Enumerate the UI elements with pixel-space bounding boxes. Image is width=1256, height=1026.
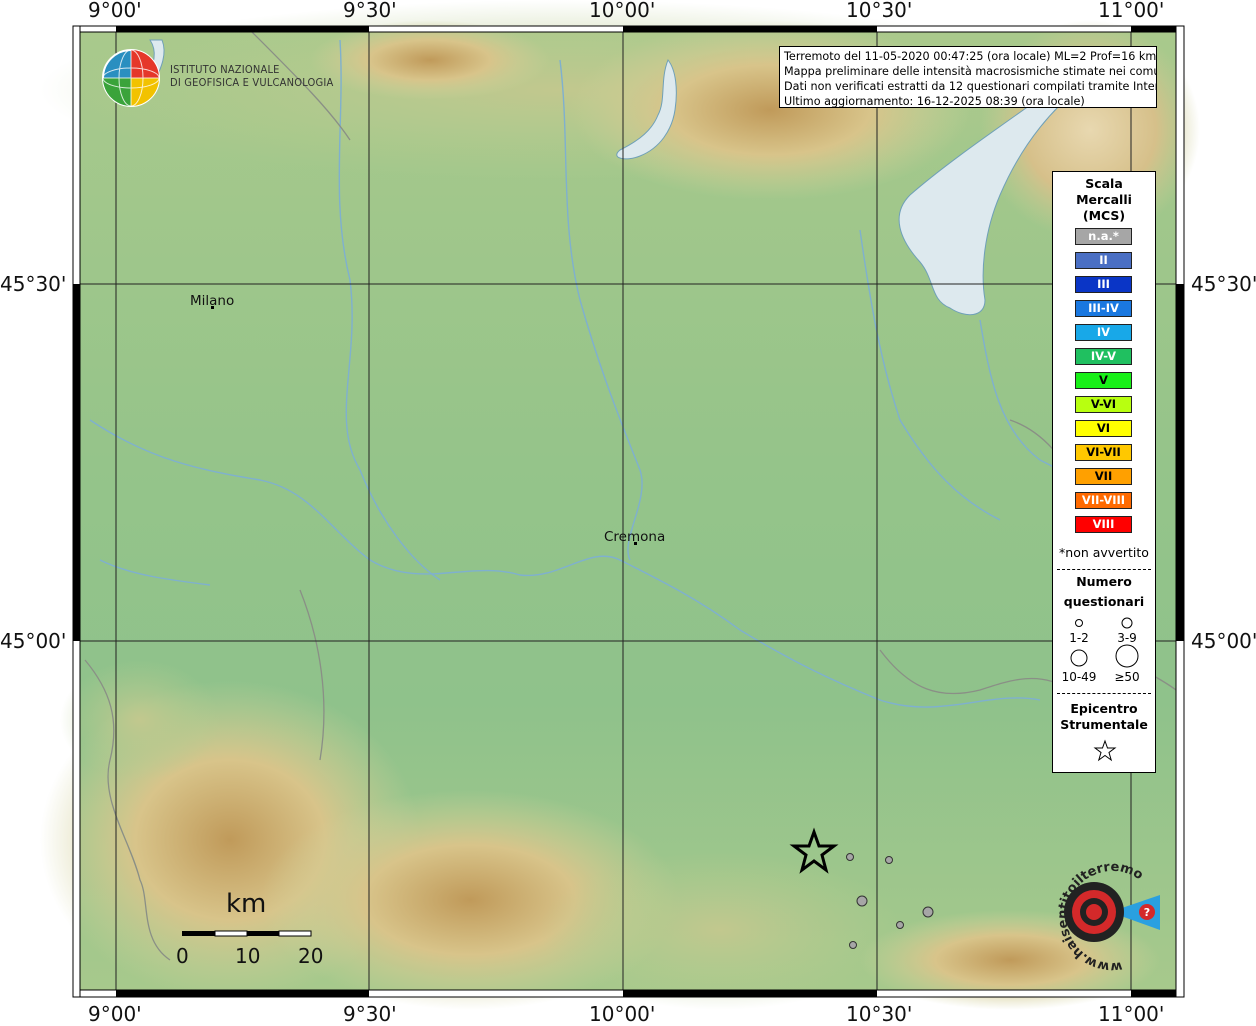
legend-divider xyxy=(1057,693,1151,694)
top-tick-label: 9°00' xyxy=(88,0,142,22)
legend-swatch-vi-vii: VI-VII xyxy=(1075,444,1132,461)
legend-swatch-ii: II xyxy=(1075,252,1132,269)
event-info-box: Terremoto del 11-05-2020 00:47:25 (ora l… xyxy=(779,46,1157,108)
scale-bar-label: 0 xyxy=(176,944,189,968)
city-label-milano: Milano xyxy=(190,293,235,309)
legend-panel: Scala Mercalli (MCS) n.a.* II III III-IV IV I… xyxy=(1052,171,1156,773)
legend-title: Scala xyxy=(1085,176,1123,191)
top-tick-label: 11°00' xyxy=(1098,0,1165,22)
scale-bar-label: 10 xyxy=(235,944,261,968)
questionnaire-point[interactable] xyxy=(849,941,857,949)
questionnaire-point[interactable] xyxy=(896,921,904,929)
legend-swatch-viii: VIII xyxy=(1075,516,1132,533)
legend-count-label: 3-9 xyxy=(1117,631,1137,645)
legend-count-label: ≥50 xyxy=(1114,670,1140,684)
scale-bar-label: 20 xyxy=(298,944,324,968)
scale-bar xyxy=(182,930,312,937)
legend-count-title: Numero xyxy=(1076,574,1132,589)
legend-epicenter-title: Epicentro xyxy=(1070,701,1138,716)
left-tick-label: 45°00' xyxy=(0,629,67,653)
questionnaire-point[interactable] xyxy=(846,853,854,861)
legend-swatch-v-vi: V-VI xyxy=(1075,396,1132,413)
legend-swatch-v: V xyxy=(1075,372,1132,389)
svg-text:?: ? xyxy=(1144,906,1150,919)
left-tick-label: 45°30' xyxy=(0,272,67,296)
questionnaire-point[interactable] xyxy=(885,856,893,864)
legend-count-title: questionari xyxy=(1063,594,1145,609)
ingv-logo-line2: DI GEOFISICA E VULCANOLOGIA xyxy=(170,76,334,89)
legend-title: (MCS) xyxy=(1082,208,1126,223)
legend-count-label: 10-49 xyxy=(1061,670,1097,684)
event-info-line: Dati non verificati estratti da 12 quest… xyxy=(784,80,1157,93)
bottom-tick-label: 10°00' xyxy=(589,1002,656,1026)
ingv-logo-line1: ISTITUTO NAZIONALE xyxy=(170,63,280,76)
legend-swatch-vi: VI xyxy=(1075,420,1132,437)
event-info-line: Mappa preliminare delle intensità macros… xyxy=(784,65,1157,78)
event-info-line: Terremoto del 11-05-2020 00:47:25 (ora l… xyxy=(784,50,1157,63)
legend-swatch-iv-v: IV-V xyxy=(1075,348,1132,365)
legend-note: *non avvertito xyxy=(1059,545,1149,560)
legend-swatch-vii: VII xyxy=(1075,468,1132,485)
top-tick-label: 10°00' xyxy=(589,0,656,22)
right-tick-label: 45°30' xyxy=(1191,272,1256,296)
bottom-tick-label: 10°30' xyxy=(846,1002,913,1026)
legend-epicenter-star-icon xyxy=(1093,739,1117,762)
bottom-tick-label: 9°30' xyxy=(343,1002,397,1026)
bottom-tick-label: 9°00' xyxy=(88,1002,142,1026)
legend-swatch-iv: IV xyxy=(1075,324,1132,341)
legend-swatch-iii-iv: III-IV xyxy=(1075,300,1132,317)
ingv-logo xyxy=(102,49,160,107)
legend-swatch-n-a: n.a.* xyxy=(1075,228,1132,245)
legend-title: Mercalli xyxy=(1076,192,1132,207)
bottom-tick-label: 11°00' xyxy=(1098,1002,1165,1026)
questionnaire-point[interactable] xyxy=(922,906,934,918)
city-label-cremona: Cremona xyxy=(604,529,666,545)
legend-epicenter-title: Strumentale xyxy=(1060,717,1148,732)
scale-bar-unit: km xyxy=(226,889,267,919)
ingv-logo-text: ISTITUTO NAZIONALE DI GEOFISICA E VULCAN… xyxy=(170,63,333,89)
legend-swatch-vii-viii: VII-VIII xyxy=(1075,492,1132,509)
legend-count-label: 1-2 xyxy=(1069,631,1089,645)
legend-divider xyxy=(1057,569,1151,570)
legend-swatch-iii: III xyxy=(1075,276,1132,293)
questionnaire-point[interactable] xyxy=(856,895,868,907)
right-tick-label: 45°00' xyxy=(1191,629,1256,653)
top-tick-label: 10°30' xyxy=(846,0,913,22)
top-tick-label: 9°30' xyxy=(343,0,397,22)
event-info-line: Ultimo aggiornamento: 16-12-2025 08:39 (… xyxy=(784,95,1085,108)
